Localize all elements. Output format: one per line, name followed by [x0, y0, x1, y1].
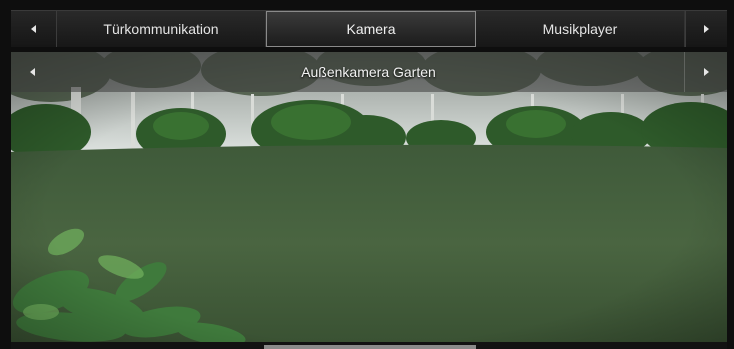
camera-next-button[interactable]	[684, 52, 727, 92]
tab-label: Kamera	[346, 21, 396, 37]
tab-kamera[interactable]: Kamera	[266, 11, 476, 47]
tab-label: Musikplayer	[542, 21, 618, 37]
tab-bar: Türkommunikation Kamera Musikplayer	[11, 10, 727, 47]
camera-feed-image	[11, 52, 727, 342]
camera-header: Außenkamera Garten	[11, 52, 727, 92]
tabs-prev-button[interactable]	[11, 11, 57, 47]
tab-musikplayer[interactable]: Musikplayer	[476, 11, 685, 47]
active-tab-indicator	[264, 345, 476, 349]
tab-tuerkommunikation[interactable]: Türkommunikation	[57, 11, 266, 47]
triangle-right-icon	[703, 68, 709, 76]
camera-title: Außenkamera Garten	[301, 64, 436, 80]
triangle-left-icon	[31, 25, 36, 33]
triangle-left-icon	[29, 68, 35, 76]
triangle-right-icon	[704, 25, 709, 33]
bottom-bar	[11, 342, 727, 349]
tabs-next-button[interactable]	[685, 11, 727, 47]
app-window: Türkommunikation Kamera Musikplayer Auße…	[0, 0, 734, 349]
tab-label: Türkommunikation	[103, 21, 219, 37]
camera-prev-button[interactable]	[11, 52, 53, 92]
